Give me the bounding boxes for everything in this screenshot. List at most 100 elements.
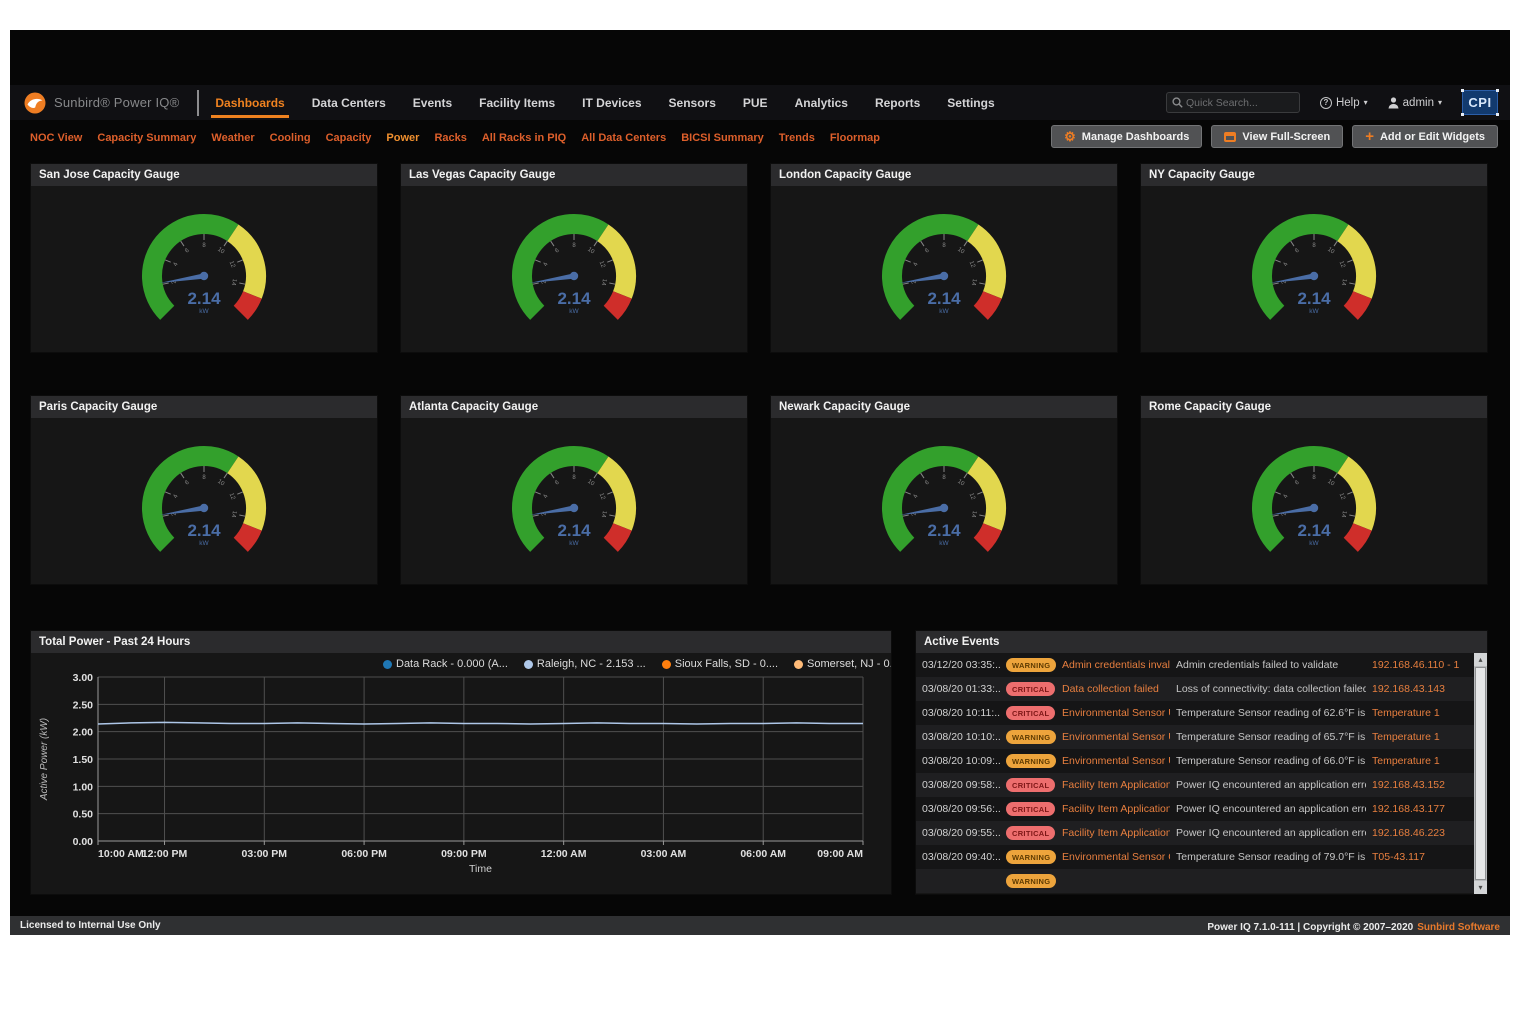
quick-search[interactable] [1166, 92, 1300, 113]
subnav-item-capacity-summary[interactable]: Capacity Summary [97, 132, 196, 144]
table-row[interactable]: 03/08/20 09:40:...WARNINGEnvironmental S… [916, 845, 1474, 869]
capacity-gauge-chart: 24681012142.14kW [464, 186, 684, 350]
svg-text:09:00 PM: 09:00 PM [441, 848, 487, 860]
cell-event-link[interactable]: Facility Item Application ... [1056, 827, 1170, 839]
cell-event-link[interactable]: Environmental Sensor U... [1056, 731, 1170, 743]
manage-dashboards-button[interactable]: ⚙Manage Dashboards [1051, 125, 1202, 148]
subnav-item-weather[interactable]: Weather [211, 132, 254, 144]
scroll-up-icon[interactable]: ▴ [1474, 653, 1487, 666]
license-text: Licensed to Internal Use Only [20, 920, 161, 931]
cell-target-link[interactable]: 192.168.46.110 - 1 [1366, 659, 1474, 671]
subnav-item-noc-view[interactable]: NOC View [30, 132, 82, 144]
subnav-item-bicsi-summary[interactable]: BICSI Summary [681, 132, 764, 144]
subnav-item-power[interactable]: Power [386, 132, 419, 144]
legend-item-somerset-nj-0-000[interactable]: Somerset, NJ - 0.000... [794, 658, 891, 670]
top-navbar: Sunbird® Power IQ® DashboardsData Center… [10, 85, 1510, 120]
svg-text:1.00: 1.00 [73, 781, 94, 793]
legend-item-raleigh-nc-2-153[interactable]: Raleigh, NC - 2.153 ... [524, 658, 646, 670]
severity-badge: CRITICAL [1006, 826, 1055, 840]
legend-item-sioux-falls-sd-0[interactable]: Sioux Falls, SD - 0.... [662, 658, 778, 670]
search-icon [1172, 97, 1183, 108]
table-row[interactable]: 03/08/20 01:33:...CRITICALData collectio… [916, 677, 1474, 701]
cell-event-link[interactable]: Environmental Sensor U... [1056, 755, 1170, 767]
table-row[interactable]: 03/08/20 10:11:...CRITICALEnvironmental … [916, 701, 1474, 725]
table-row[interactable]: 03/12/20 03:35:...WARNINGAdmin credentia… [916, 653, 1474, 677]
nav-tab-events[interactable]: Events [413, 85, 452, 120]
cell-target-link[interactable]: 192.168.43.143 [1366, 683, 1474, 695]
add-or-edit-widgets-button[interactable]: +Add or Edit Widgets [1352, 125, 1498, 148]
table-row[interactable]: 03/08/20 09:58:...CRITICALFacility Item … [916, 773, 1474, 797]
user-label: admin [1403, 97, 1434, 109]
gauge-widget-san-jose-capacity-gauge: San Jose Capacity Gauge24681012142.14kW [30, 163, 378, 353]
nav-tab-it-devices[interactable]: IT Devices [582, 85, 641, 120]
cell-target-link[interactable]: 192.168.43.177 [1366, 803, 1474, 815]
cell-target-link[interactable]: 192.168.46.223 [1366, 827, 1474, 839]
gauge-widget-newark-capacity-gauge: Newark Capacity Gauge24681012142.14kW [770, 395, 1118, 585]
svg-text:6: 6 [924, 247, 931, 254]
cell-summary: Power IQ encountered an application erro… [1170, 803, 1366, 815]
cell-event-link[interactable]: Environmental Sensor U... [1056, 707, 1170, 719]
legend-label: Raleigh, NC - 2.153 ... [537, 658, 646, 670]
svg-text:Time: Time [469, 863, 492, 875]
sunbird-software-link[interactable]: Sunbird Software [1417, 922, 1500, 933]
nav-tab-pue[interactable]: PUE [743, 85, 768, 120]
table-row[interactable]: 03/08/20 09:56:...CRITICALFacility Item … [916, 797, 1474, 821]
cell-severity: CRITICAL [1000, 706, 1056, 720]
svg-text:14: 14 [600, 510, 607, 518]
nav-tab-data-centers[interactable]: Data Centers [312, 85, 386, 120]
severity-badge: WARNING [1006, 730, 1056, 744]
cell-event-link[interactable]: Admin credentials invalid [1056, 659, 1170, 671]
nav-tab-dashboards[interactable]: Dashboards [215, 85, 284, 120]
cell-target-link[interactable]: Temperature 1 [1366, 755, 1474, 767]
search-input[interactable] [1186, 97, 1294, 109]
widget-title: Paris Capacity Gauge [31, 396, 377, 418]
cell-target-link[interactable]: Temperature 1 [1366, 731, 1474, 743]
nav-tab-analytics[interactable]: Analytics [795, 85, 848, 120]
gauge-widget-las-vegas-capacity-gauge: Las Vegas Capacity Gauge24681012142.14kW [400, 163, 748, 353]
subnav-item-floormap[interactable]: Floormap [830, 132, 880, 144]
table-row[interactable]: 03/08/20 09:55:...CRITICALFacility Item … [916, 821, 1474, 845]
cell-event-link[interactable]: Facility Item Application ... [1056, 779, 1170, 791]
cpi-logo[interactable]: CPI [1462, 90, 1498, 115]
svg-text:6: 6 [184, 479, 191, 486]
nav-tab-reports[interactable]: Reports [875, 85, 920, 120]
table-row[interactable]: WARNING [916, 869, 1474, 893]
table-row[interactable]: 03/08/20 10:09:...WARNINGEnvironmental S… [916, 749, 1474, 773]
subnav-item-all-racks-in-piq[interactable]: All Racks in PIQ [482, 132, 566, 144]
svg-text:2.14: 2.14 [187, 521, 221, 540]
widget-title: London Capacity Gauge [771, 164, 1117, 186]
subnav-item-cooling[interactable]: Cooling [270, 132, 311, 144]
nav-tab-facility-items[interactable]: Facility Items [479, 85, 555, 120]
cell-event-link[interactable]: Facility Item Application ... [1056, 803, 1170, 815]
svg-text:8: 8 [1312, 243, 1316, 249]
help-menu[interactable]: ? Help ▾ [1320, 97, 1368, 109]
dashboard-subnav: NOC View Capacity Summary Weather Cooling Ca… [30, 125, 880, 151]
svg-text:2.14: 2.14 [187, 289, 221, 308]
nav-tab-sensors[interactable]: Sensors [669, 85, 716, 120]
view-full-screen-button[interactable]: View Full-Screen [1211, 125, 1343, 148]
legend-dot-icon [794, 660, 803, 669]
cell-occurred-at: 03/08/20 09:58:... [916, 779, 1000, 791]
gauge-widget-rome-capacity-gauge: Rome Capacity Gauge24681012142.14kW [1140, 395, 1488, 585]
subnav-item-racks[interactable]: Racks [434, 132, 466, 144]
svg-text:03:00 PM: 03:00 PM [242, 848, 288, 860]
cell-severity: CRITICAL [1000, 826, 1056, 840]
subnav-item-all-data-centers[interactable]: All Data Centers [581, 132, 666, 144]
events-scrollbar[interactable]: ▴ ▾ [1474, 653, 1487, 894]
table-row[interactable]: 03/08/20 10:10:...WARNINGEnvironmental S… [916, 725, 1474, 749]
cell-event-link[interactable]: Data collection failed [1056, 683, 1170, 695]
subnav-item-capacity[interactable]: Capacity [326, 132, 372, 144]
scroll-down-icon[interactable]: ▾ [1474, 881, 1487, 894]
cell-target-link[interactable]: 192.168.43.152 [1366, 779, 1474, 791]
subnav-item-trends[interactable]: Trends [779, 132, 815, 144]
cell-event-link[interactable]: Environmental Sensor O... [1056, 851, 1170, 863]
svg-text:6: 6 [924, 479, 931, 486]
cell-occurred-at: 03/08/20 09:40:... [916, 851, 1000, 863]
cell-target-link[interactable]: T05-43.117 [1366, 851, 1474, 863]
nav-tab-settings[interactable]: Settings [947, 85, 994, 120]
cell-target-link[interactable]: Temperature 1 [1366, 707, 1474, 719]
scrollbar-thumb[interactable] [1475, 667, 1486, 880]
total-power-widget: Total Power - Past 24 Hours Data Rack - … [30, 630, 892, 895]
user-menu[interactable]: admin ▾ [1388, 97, 1442, 109]
legend-item-data-rack-0-000-a[interactable]: Data Rack - 0.000 (A... [383, 658, 508, 670]
